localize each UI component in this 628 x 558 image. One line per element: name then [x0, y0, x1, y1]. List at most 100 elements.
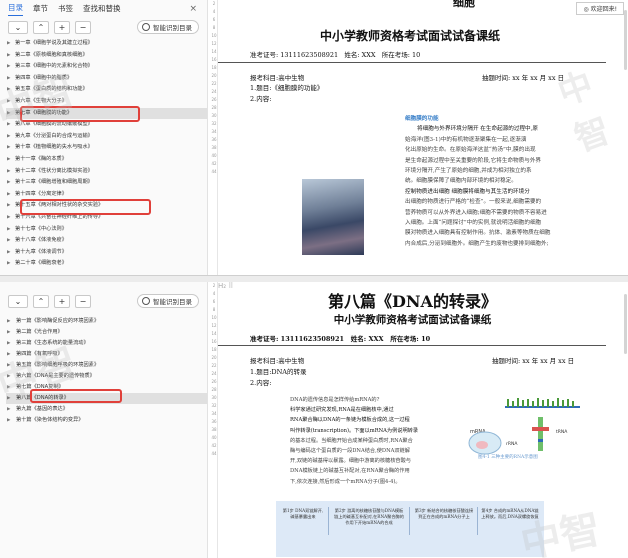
toc-item[interactable]: ▶ 第五篇《影响细胞呼吸的环境因素》 — [6, 360, 207, 371]
expand-arrow-icon[interactable]: ▶ — [7, 212, 10, 224]
toc-item[interactable]: ▶ 第十八章《体液免疫》 — [6, 235, 207, 247]
expand-arrow-icon[interactable]: ▶ — [7, 119, 10, 131]
close-icon[interactable]: × — [189, 4, 197, 16]
expand-button[interactable]: ⌃ — [33, 20, 49, 34]
toc-item[interactable]: ▶ 第十二章《性状分离比模拟实验》 — [6, 166, 207, 178]
expand-arrow-icon[interactable]: ▶ — [7, 224, 10, 236]
tab-find-replace[interactable]: 查找和替换 — [83, 3, 121, 16]
expand-arrow-icon[interactable]: ▶ — [7, 247, 10, 259]
expand-arrow-icon[interactable]: ▶ — [7, 50, 10, 62]
expand-arrow-icon[interactable]: ▶ — [7, 166, 10, 178]
divider — [409, 507, 410, 535]
expand-arrow-icon[interactable]: ▶ — [7, 96, 10, 108]
toc-item[interactable]: ▶ 第二章《原核细胞和真核细胞》 — [6, 50, 207, 62]
expand-arrow-icon[interactable]: ▶ — [7, 349, 10, 360]
expand-arrow-icon[interactable]: ▶ — [7, 338, 10, 349]
toc-item-label: 第五篇《影响细胞呼吸的环境因素》 — [16, 362, 100, 368]
scrollbar[interactable] — [624, 10, 627, 70]
toc-item[interactable]: ▶ 第十九章《体液调节》 — [6, 247, 207, 259]
collapse-button[interactable]: ⌄ — [8, 20, 28, 34]
expand-arrow-icon[interactable]: ▶ — [7, 382, 10, 393]
smart-toc-button[interactable]: 智能识别目录 — [137, 294, 199, 308]
smart-toc-button[interactable]: 智能识别目录 — [137, 20, 199, 34]
site-value: 10 — [412, 51, 421, 59]
para-line: 环境分隔开,产生了原始的细胞,并成为相对独立的系 — [405, 168, 532, 175]
expand-arrow-icon[interactable]: ▶ — [7, 235, 10, 247]
toc-item[interactable]: ▶ 第十七章《中心法则》 — [6, 224, 207, 236]
toc-item[interactable]: ▶ 第九章《分泌蛋白的合成与运输》 — [6, 131, 207, 143]
expand-arrow-icon[interactable]: ▶ — [7, 189, 10, 201]
toc-item[interactable]: ▶ 第四章《细胞中的脂质》 — [6, 73, 207, 85]
para-line: 开,双链的碱基得以暴露。细胞中游离的核糖核苷酸与 — [290, 458, 411, 465]
expand-arrow-icon[interactable]: ▶ — [7, 371, 10, 382]
expand-arrow-icon[interactable]: ▶ — [7, 108, 10, 120]
tab-toc[interactable]: 目录 — [8, 2, 23, 16]
toc-item-label: 第三篇《生态系统的能量流动》 — [16, 340, 89, 346]
scrollbar[interactable] — [624, 294, 627, 354]
name-value: XXX — [368, 335, 384, 343]
toc-item[interactable]: ▶ 第一篇《影响酶促反应的环境因素》 — [6, 316, 207, 327]
collapse-button[interactable]: ⌄ — [8, 294, 28, 308]
trna-shape — [532, 417, 549, 451]
add-heading-button[interactable]: + — [54, 20, 70, 34]
highlight-box — [30, 389, 122, 403]
remove-heading-button[interactable]: − — [75, 294, 91, 308]
para-line: DNA的遗传信息是怎样传给mRNA的? — [290, 397, 380, 403]
para-line: DNA模板链上的碱基互补配对,在RNA聚合酶的作用 — [290, 468, 410, 475]
expand-arrow-icon[interactable]: ▶ — [7, 327, 10, 338]
toc-item[interactable]: ▶ 第十一章《酶的本质》 — [6, 154, 207, 166]
smart-icon — [142, 297, 150, 305]
name-label: 姓名: — [350, 335, 367, 343]
exam-no-label: 准考证号: — [250, 51, 279, 59]
toc-item[interactable]: ▶ 第二十章《细胞衰老》 — [6, 258, 207, 270]
toc-item[interactable]: ▶ 第三章《细胞中的元素和化合物》 — [6, 61, 207, 73]
topic-line: 1.题目:《细胞膜的功能》 — [250, 84, 324, 92]
expand-arrow-icon[interactable]: ▶ — [7, 142, 10, 154]
toc-item[interactable]: ▶ 第二篇《光合作用》 — [6, 327, 207, 338]
toc-item[interactable]: ▶ 第六篇《DNA是主要的遗传物质》 — [6, 371, 207, 382]
toc-item-label: 第二篇《光合作用》 — [16, 329, 63, 335]
toc-item-label: 第九章《分泌蛋白的合成与运输》 — [15, 132, 93, 139]
expand-arrow-icon[interactable]: ▶ — [7, 73, 10, 85]
toc-item[interactable]: ▶ 第十三章《细胞增殖和细胞周期》 — [6, 177, 207, 189]
toc-item[interactable]: ▶ 第四篇《有氧呼吸》 — [6, 349, 207, 360]
tab-bookmarks[interactable]: 书签 — [58, 3, 73, 16]
toc-item[interactable]: ▶ 第十篇《染色体结构的变异》 — [6, 415, 207, 426]
expand-arrow-icon[interactable]: ▶ — [7, 415, 10, 426]
tab-chapters[interactable]: 章节 — [33, 3, 48, 16]
name-value: XXX — [361, 51, 376, 59]
toc-item[interactable]: ▶ 第三篇《生态系统的能量流动》 — [6, 338, 207, 349]
expand-arrow-icon[interactable]: ▶ — [7, 131, 10, 143]
expand-arrow-icon[interactable]: ▶ — [7, 404, 10, 415]
toc-item-label: 第四章《细胞中的脂质》 — [15, 74, 73, 81]
para-heading: 细胞膜的功能 — [405, 116, 439, 122]
add-heading-button[interactable]: + — [54, 294, 70, 308]
step-cell: 第3步 新结合的核糖核苷酸连接到正在合成的mRNA分子上 — [414, 508, 474, 520]
expand-arrow-icon[interactable]: ▶ — [7, 316, 10, 327]
para-line: 统。细胞膜保障了细胞内部环境的相对稳定。 — [405, 178, 517, 185]
remove-heading-button[interactable]: − — [75, 20, 91, 34]
para-line: 控制物质进出细胞 细胞膜将细胞与其生活的环境分 — [405, 188, 530, 195]
expand-arrow-icon[interactable]: ▶ — [7, 200, 10, 212]
toc-item[interactable]: ▶ 第一章《细胞学说及其建立过程》 — [6, 38, 207, 50]
expand-arrow-icon[interactable]: ▶ — [7, 154, 10, 166]
expand-arrow-icon[interactable]: ▶ — [7, 393, 10, 404]
para-line: 下,依次连接,然后形成一个mRNA分子(图4-4)。 — [290, 478, 401, 485]
expand-arrow-icon[interactable]: ▶ — [7, 258, 10, 270]
subject-line: 报考科目:高中生物 — [250, 74, 305, 82]
date-line: 抽题时间: xx 年 xx 月 xx 日 — [492, 357, 575, 365]
exam-info: 准考证号: 13111623508921 姓名: XXX 所在考场: 10 — [250, 49, 420, 59]
document-page: 细胞 中小学教师资格考试面试试备课纸 准考证号: 13111623508921 … — [218, 0, 622, 275]
expand-arrow-icon[interactable]: ▶ — [7, 38, 10, 50]
expand-button[interactable]: ⌃ — [33, 294, 49, 308]
toc-item-label: 第一篇《影响酶促反应的环境因素》 — [16, 318, 100, 324]
expand-arrow-icon[interactable]: ▶ — [7, 177, 10, 189]
para-line: 营养物质可以从外界进入细胞;细胞不需要的物质不容易进 — [405, 209, 547, 216]
para-line: 是生命起源过程中至关重要的阶段,它将生命物质与外界 — [405, 157, 542, 164]
toc-item[interactable]: ▶ 第五章《蛋白质的结构和功能》 — [6, 84, 207, 96]
toc-item[interactable]: ▶ 第九篇《基因的表达》 — [6, 404, 207, 415]
expand-arrow-icon[interactable]: ▶ — [7, 360, 10, 371]
expand-arrow-icon[interactable]: ▶ — [7, 61, 10, 73]
toc-item[interactable]: ▶ 第十章《植物细胞的失水与吸水》 — [6, 142, 207, 154]
expand-arrow-icon[interactable]: ▶ — [7, 84, 10, 96]
